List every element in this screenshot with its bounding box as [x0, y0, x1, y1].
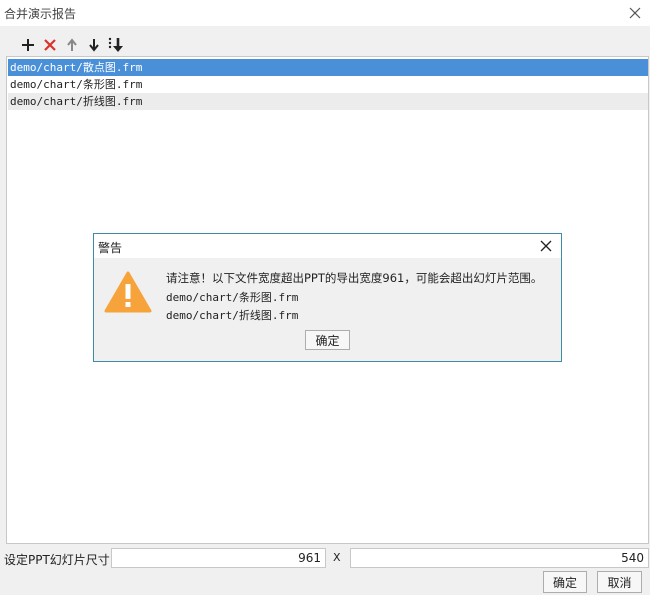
dialog-titlebar: 警告 [94, 234, 561, 258]
ok-button[interactable]: 确定 [543, 571, 587, 593]
dialog-title: 警告 [98, 241, 123, 255]
warning-file-item: demo/chart/条形图.frm [166, 291, 299, 304]
warning-file-item: demo/chart/折线图.frm [166, 309, 299, 322]
window-title: 合并演示报告 [4, 7, 77, 21]
delete-button[interactable] [40, 35, 60, 55]
size-separator: X [333, 551, 341, 564]
close-icon [540, 240, 552, 252]
dialog-ok-button[interactable]: 确定 [305, 330, 350, 350]
list-item[interactable]: demo/chart/条形图.frm [8, 76, 648, 93]
warning-icon [104, 271, 152, 313]
list-item[interactable]: demo/chart/折线图.frm [8, 93, 648, 110]
slide-width-input[interactable]: 961 [111, 548, 326, 568]
move-down-icon [89, 39, 99, 52]
cancel-button[interactable]: 取消 [597, 571, 642, 593]
slide-size-label: 设定PPT幻灯片尺寸 [4, 553, 110, 567]
slide-height-input[interactable]: 540 [350, 548, 649, 568]
close-icon [629, 7, 641, 19]
move-up-icon [67, 38, 77, 51]
slide-size-row: 设定PPT幻灯片尺寸 961 X 540 [0, 547, 650, 569]
list-item[interactable]: demo/chart/散点图.frm [8, 59, 648, 76]
move-up-button[interactable] [62, 35, 82, 55]
dialog-close-button[interactable] [537, 237, 555, 255]
move-to-bottom-button[interactable] [106, 35, 126, 55]
window-titlebar: 合并演示报告 [0, 0, 650, 26]
toolbar [0, 34, 650, 56]
dialog-body: 请注意！以下文件宽度超出PPT的导出宽度961，可能会超出幻灯片范围。 demo… [94, 258, 561, 361]
delete-icon [44, 39, 56, 51]
warning-dialog: 警告 请注意！以下文件宽度超出PPT的导出宽度961，可能会超出幻灯片范围。 d… [93, 233, 562, 362]
add-icon [22, 39, 34, 51]
add-button[interactable] [18, 35, 38, 55]
move-to-bottom-icon [108, 37, 123, 52]
warning-message: 请注意！以下文件宽度超出PPT的导出宽度961，可能会超出幻灯片范围。 [166, 271, 543, 285]
move-down-button[interactable] [84, 35, 104, 55]
window-close-button[interactable] [624, 2, 646, 24]
